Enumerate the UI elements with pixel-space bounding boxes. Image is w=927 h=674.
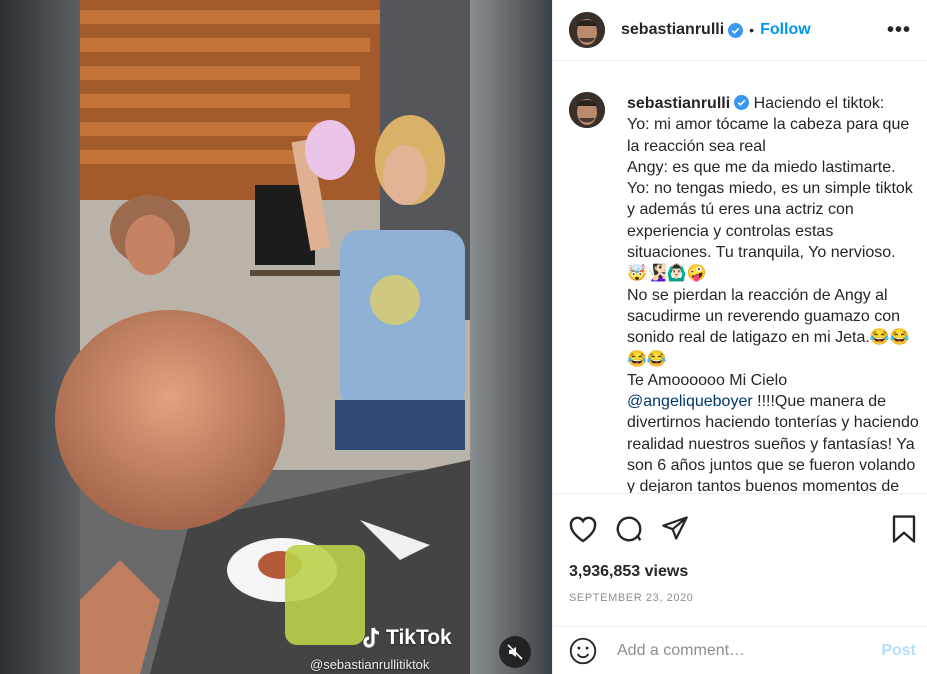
post-sidebar: sebastianrulli • Follow ••• sebastianrul…: [552, 0, 927, 674]
caption-area: sebastianrulli Haciendo el tiktok: Yo: m…: [553, 61, 927, 494]
tiktok-watermark: TikTok: [360, 626, 452, 650]
verified-badge-icon: [728, 22, 744, 38]
mention-link[interactable]: @angeliqueboyer: [627, 393, 753, 410]
follow-button[interactable]: Follow: [760, 21, 811, 39]
post-video[interactable]: TikTok @sebastianrullitiktok: [0, 0, 552, 674]
caption-line1: Haciendo el tiktok:: [749, 95, 885, 112]
caption-avatar[interactable]: [569, 92, 605, 128]
comment-bar: Post: [553, 626, 927, 674]
caption-username[interactable]: sebastianrulli: [627, 95, 730, 112]
username-link[interactable]: sebastianrulli: [621, 21, 724, 39]
video-frame: [0, 0, 552, 674]
profile-photo: [569, 12, 605, 48]
bookmark-icon[interactable]: [891, 514, 917, 544]
separator-dot: •: [749, 22, 755, 38]
share-icon[interactable]: [661, 514, 689, 542]
action-bar: [553, 494, 927, 564]
speaker-muted-icon: [507, 644, 523, 660]
post-date[interactable]: SEPTEMBER 23, 2020: [569, 592, 694, 604]
profile-photo: [569, 92, 605, 128]
view-count[interactable]: 3,936,853 views: [569, 563, 688, 581]
caption-body-a: Yo: mi amor tócame la cabeza para que la…: [627, 116, 913, 389]
comment-icon[interactable]: [614, 514, 644, 544]
tiktok-handle: @sebastianrullitiktok: [310, 657, 430, 672]
avatar[interactable]: [569, 12, 605, 48]
verified-badge-icon: [734, 95, 750, 110]
comment-input[interactable]: [615, 640, 869, 661]
post-header: sebastianrulli • Follow •••: [553, 0, 927, 61]
emoji-icon[interactable]: [569, 637, 597, 665]
heart-icon[interactable]: [567, 514, 599, 544]
caption-text: sebastianrulli Haciendo el tiktok: Yo: m…: [627, 93, 919, 493]
mute-button[interactable]: [499, 636, 531, 668]
tiktok-label: TikTok: [386, 626, 452, 649]
tiktok-icon: [363, 627, 380, 648]
more-options-button[interactable]: •••: [887, 19, 911, 42]
post-comment-button[interactable]: Post: [881, 642, 916, 660]
